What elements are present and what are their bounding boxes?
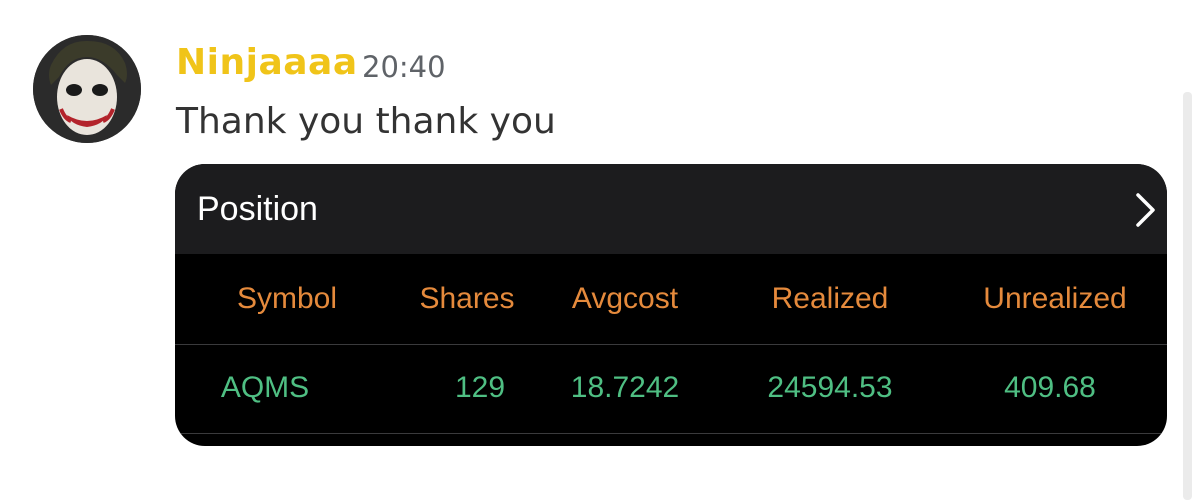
- cell-avgcost: 18.7242: [570, 371, 680, 404]
- column-header-symbol: Symbol: [236, 282, 338, 315]
- scrollbar[interactable]: [1183, 92, 1192, 500]
- chat-message: Ninjaaaa 20:40 Thank you thank you Posit…: [0, 0, 1200, 500]
- chevron-right-icon[interactable]: [1135, 192, 1157, 228]
- column-header-unrealized: Unrealized: [983, 282, 1127, 315]
- cell-shares: 129: [454, 371, 506, 404]
- column-header-shares: Shares: [419, 282, 515, 315]
- row-divider: [175, 433, 1167, 434]
- column-header-realized: Realized: [771, 282, 889, 315]
- avatar[interactable]: [33, 35, 141, 143]
- position-card[interactable]: Position Symbol Shares Avgcost Realized …: [175, 164, 1167, 446]
- column-header-avgcost: Avgcost: [571, 282, 679, 315]
- card-header[interactable]: Position: [175, 164, 1167, 254]
- cell-realized: 24594.53: [767, 371, 893, 404]
- joker-face-icon: [33, 35, 141, 143]
- card-title: Position: [197, 190, 318, 228]
- username[interactable]: Ninjaaaa: [176, 42, 358, 83]
- timestamp: 20:40: [362, 50, 446, 84]
- row-divider: [175, 344, 1167, 345]
- cell-symbol: AQMS: [220, 371, 310, 404]
- message-text: Thank you thank you: [176, 101, 556, 142]
- cell-unrealized: 409.68: [1004, 371, 1096, 404]
